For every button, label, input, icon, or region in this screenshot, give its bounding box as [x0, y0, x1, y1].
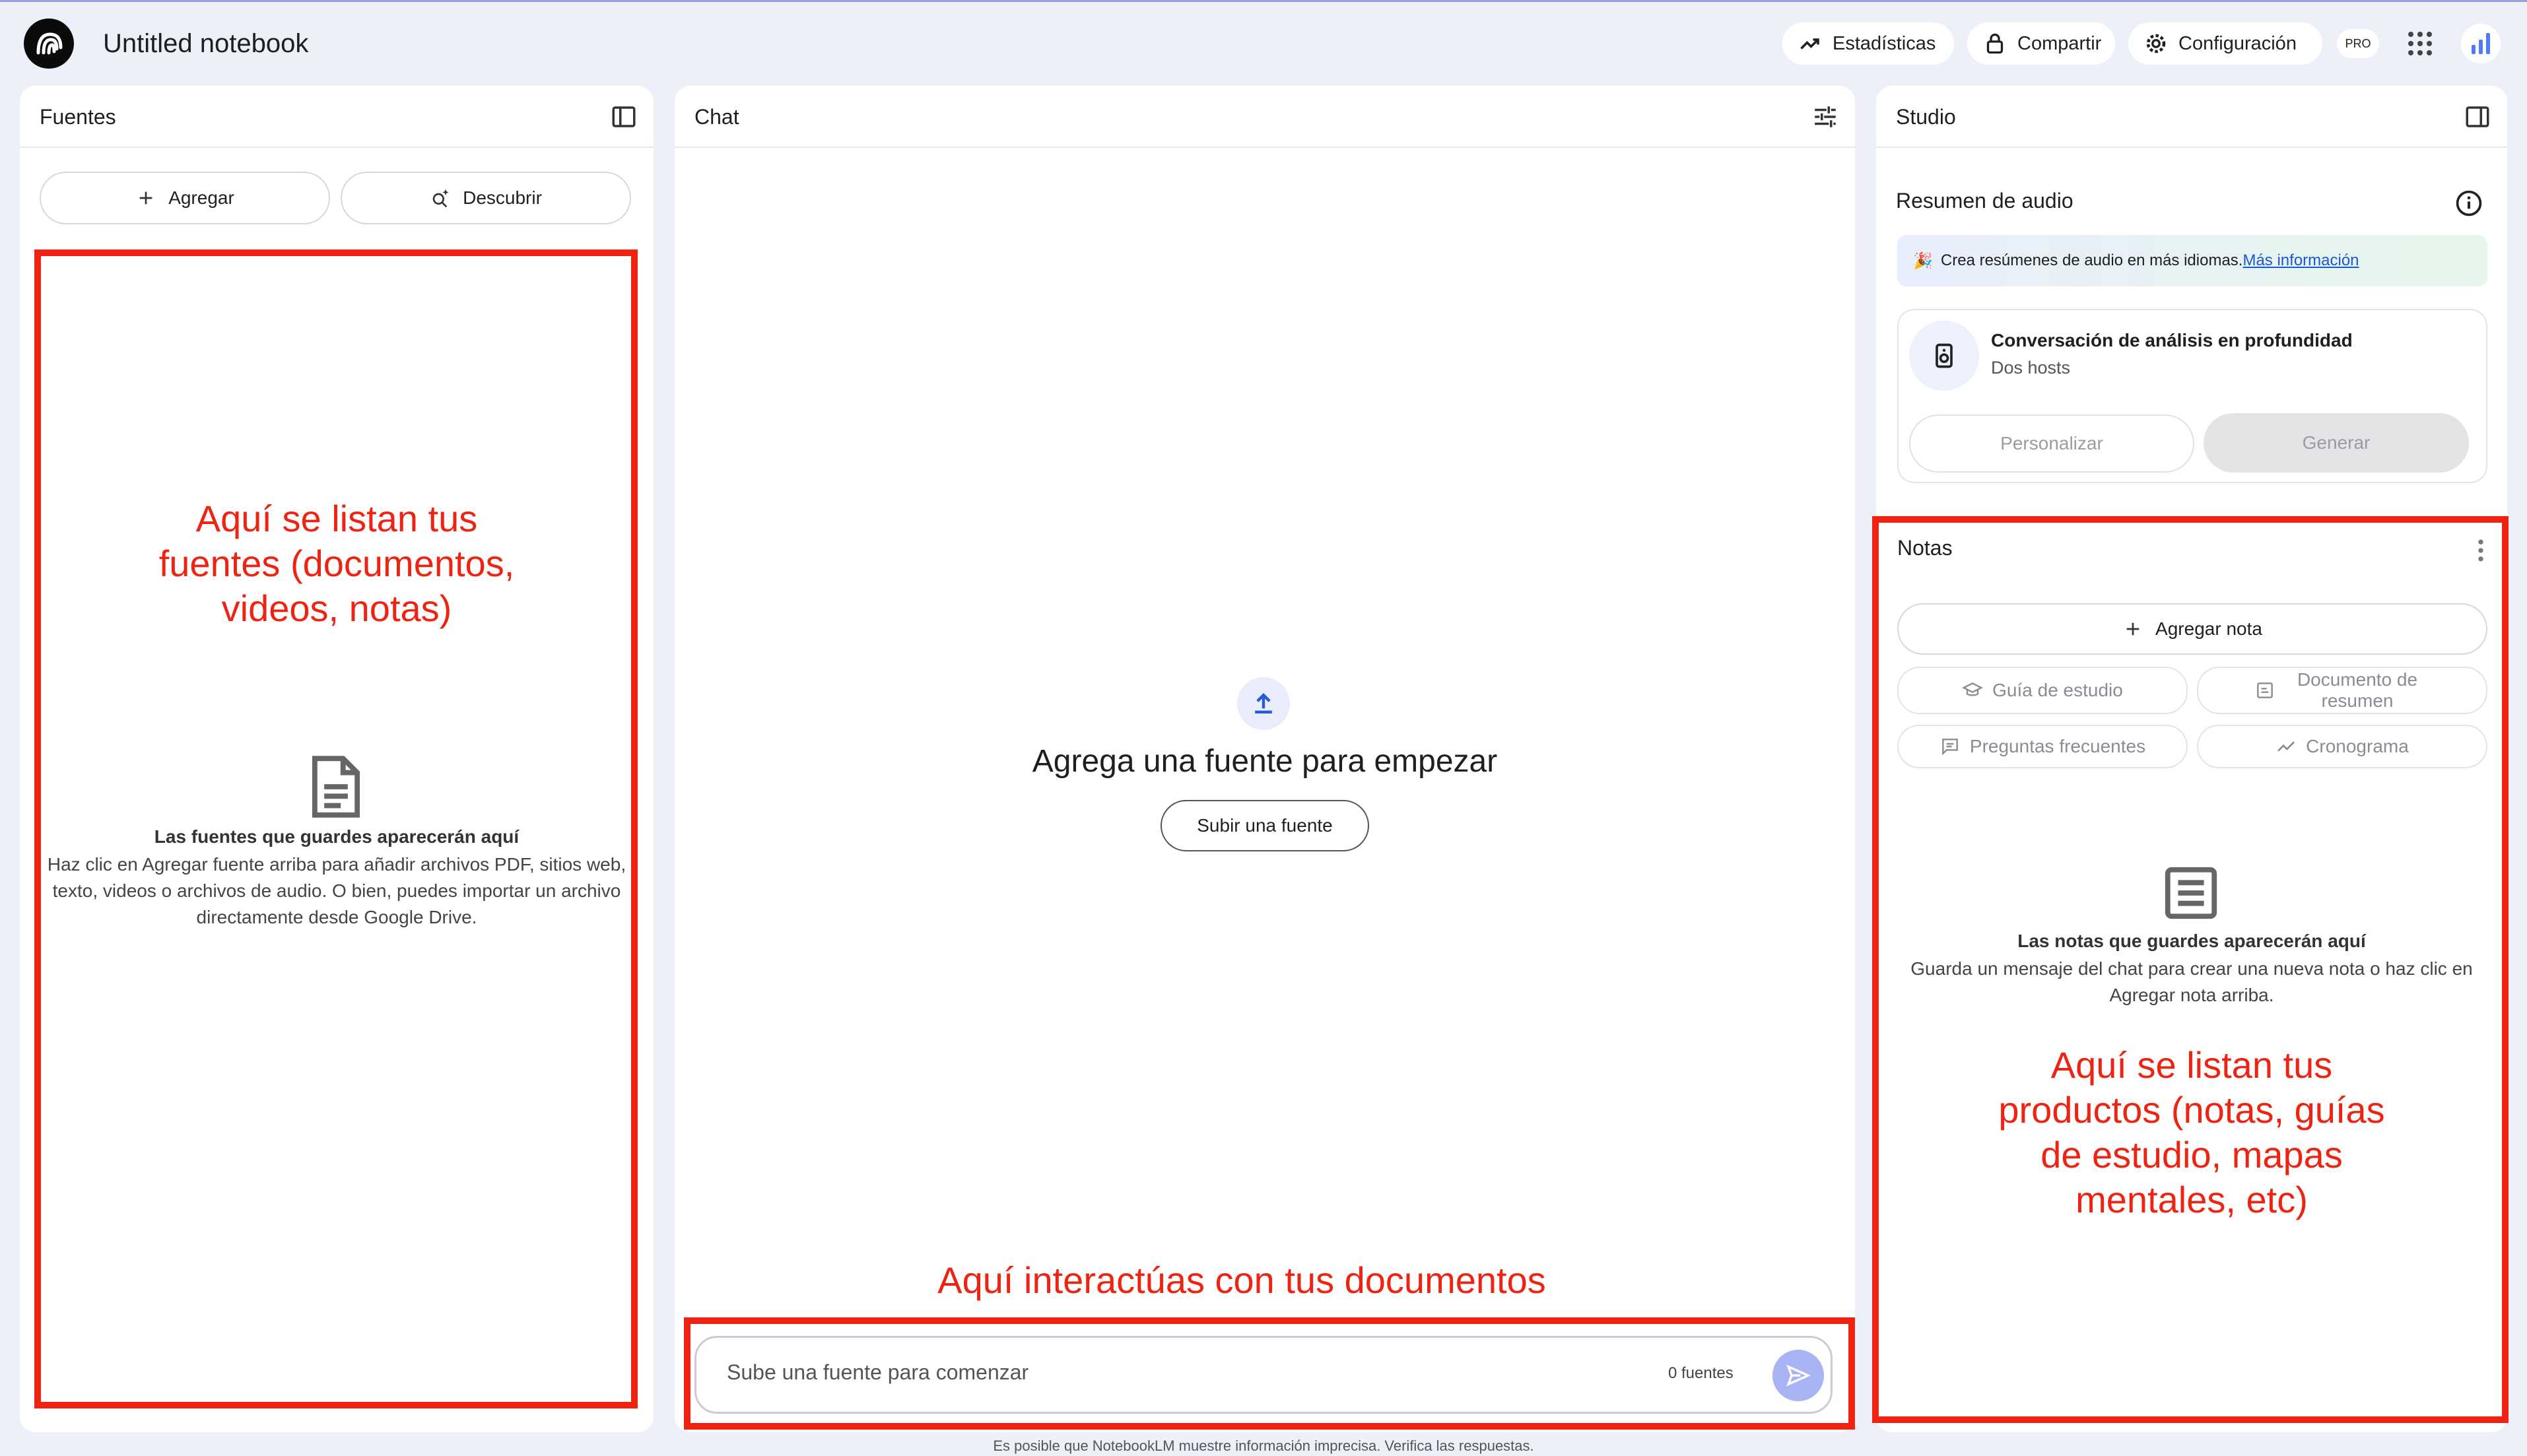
document-icon [312, 756, 360, 818]
upload-source-button[interactable]: Subir una fuente [1161, 800, 1369, 851]
notebook-title[interactable]: Untitled notebook [103, 24, 308, 63]
tune-icon[interactable] [1811, 103, 1839, 131]
studio-header: Studio [1876, 86, 2507, 148]
studio-title: Studio [1896, 105, 1956, 129]
deep-dive-card: Conversación de análisis en profundidad … [1897, 309, 2487, 483]
graduation-cap-icon [1962, 682, 1984, 696]
sources-empty-desc: Haz clic en Agregar fuente arriba para a… [47, 854, 626, 927]
studio-annotation-text: Aquí se listan tus productos (notas, guí… [1998, 1044, 2385, 1220]
panel-toggle-icon[interactable] [2464, 103, 2491, 131]
speaker-icon-circle [1909, 321, 1979, 391]
upload-icon [1255, 693, 1272, 714]
share-label: Compartir [2017, 32, 2102, 54]
study-guide-label: Guía de estudio [1992, 680, 2123, 700]
sources-header: Fuentes [20, 86, 654, 148]
notebooklm-logo-icon[interactable] [24, 18, 74, 69]
sources-annotation-text: Aquí se listan tus fuentes (documentos, … [158, 498, 515, 629]
upload-icon-circle [1237, 677, 1290, 730]
notes-title: Notas [1897, 536, 1953, 560]
study-guide-button[interactable]: Guía de estudio [1897, 667, 2188, 714]
chat-title: Chat [694, 105, 739, 129]
sources-title: Fuentes [40, 105, 116, 129]
sources-empty-title: Las fuentes que guardes aparecerán aquí [154, 826, 520, 847]
timeline-label: Cronograma [2306, 736, 2409, 756]
discover-button[interactable]: Descubrir [341, 172, 631, 224]
timeline-icon [2277, 741, 2295, 752]
summary-doc-icon [2257, 682, 2273, 698]
analytics-label: Estadísticas [1833, 32, 1936, 54]
add-source-button[interactable]: Agregar [40, 172, 330, 224]
source-count: 0 fuentes [1668, 1364, 1734, 1382]
add-source-label: Agregar [168, 187, 234, 208]
footer-disclaimer: Es posible que NotebookLM muestre inform… [993, 1438, 1534, 1454]
deep-dive-subtitle: Dos hosts [1991, 358, 2071, 378]
add-note-button[interactable]: Agregar nota [1897, 603, 2487, 655]
chat-input-box[interactable]: Sube una fuente para comenzar 0 fuentes [694, 1336, 1833, 1414]
chat-input-placeholder: Sube una fuente para comenzar [727, 1360, 1029, 1384]
faq-button[interactable]: Preguntas frecuentes [1897, 725, 2188, 768]
panel-toggle-icon[interactable] [610, 103, 638, 131]
share-button[interactable]: Compartir [1967, 22, 2115, 65]
apps-grid-icon[interactable] [2403, 26, 2437, 61]
customize-button[interactable]: Personalizar [1909, 414, 2194, 473]
add-note-label: Agregar nota [2155, 618, 2262, 639]
settings-label: Configuración [2178, 32, 2297, 54]
faq-icon [1942, 739, 1958, 756]
info-icon[interactable] [2454, 189, 2483, 218]
plus-icon [139, 191, 152, 205]
deep-dive-title: Conversación de análisis en profundidad [1991, 330, 2353, 350]
notes-empty-desc: Guarda un mensaje del chat para crear un… [1910, 958, 2473, 1005]
settings-button[interactable]: Configuración [2128, 22, 2322, 65]
party-icon: 🎉 [1913, 251, 1933, 270]
bar-chart-icon[interactable] [2461, 24, 2501, 63]
more-vert-icon[interactable] [2472, 536, 2490, 565]
notes-empty-title: Las notas que guardes aparecerán aquí [2017, 931, 2366, 951]
generate-button[interactable]: Generar [2204, 413, 2469, 473]
banner-text: Crea resúmenes de audio en más idiomas. [1940, 251, 2243, 269]
summary-doc-label: Documento de resumen [2297, 669, 2418, 711]
audio-banner: 🎉 Crea resúmenes de audio en más idiomas… [1897, 235, 2487, 286]
gear-icon [2146, 34, 2166, 53]
speaker-icon [1936, 343, 1953, 368]
summary-doc-button[interactable]: Documento de resumen [2197, 667, 2487, 714]
send-icon [1786, 1364, 1811, 1387]
chat-annotation-text: Aquí interactúas con tus documentos [937, 1259, 1546, 1301]
plus-icon [2126, 622, 2140, 636]
chat-header: Chat [675, 86, 1855, 148]
banner-link[interactable]: Más información [2242, 251, 2359, 270]
search-sparkle-icon [432, 189, 449, 208]
notes-icon [2165, 867, 2217, 919]
chat-empty-heading: Agrega una fuente para empezar [1032, 744, 1498, 779]
audio-summary-title: Resumen de audio [1896, 189, 2073, 213]
discover-label: Descubrir [463, 187, 542, 208]
send-button[interactable] [1772, 1350, 1824, 1401]
timeline-button[interactable]: Cronograma [2197, 725, 2487, 768]
trending-up-icon [1800, 38, 1819, 50]
window-top-border [0, 0, 2527, 2]
faq-label: Preguntas frecuentes [1969, 736, 2146, 756]
pro-badge: PRO [2337, 29, 2379, 58]
lock-icon [1986, 33, 2004, 54]
analytics-button[interactable]: Estadísticas [1782, 22, 1954, 65]
